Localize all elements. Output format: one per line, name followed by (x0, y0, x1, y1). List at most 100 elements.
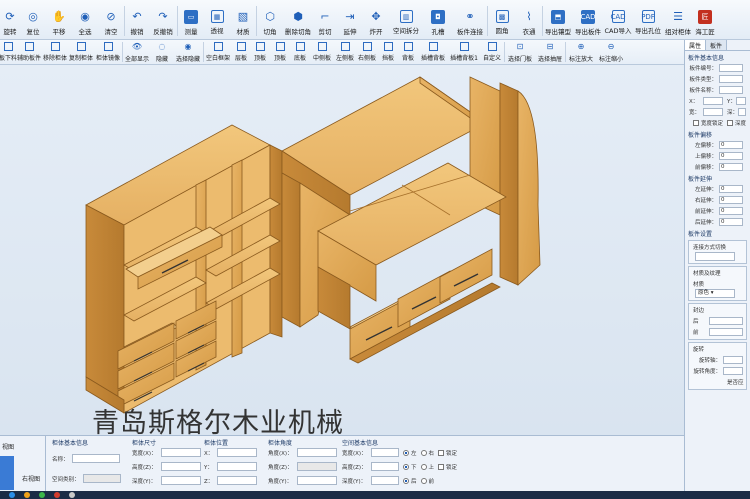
apply-label[interactable]: 是否应 (727, 378, 744, 386)
tab-panel[interactable]: 板件 (706, 40, 728, 50)
folder-icon[interactable] (24, 492, 30, 498)
select-all-button[interactable]: ◉ 全选 (72, 0, 98, 38)
up-radio[interactable] (420, 463, 427, 470)
rotate-button[interactable]: ⟳ 旋转 (0, 0, 20, 38)
cut-button[interactable]: ⌐ 剪切 (313, 0, 337, 38)
seal-front-input[interactable] (709, 327, 743, 336)
cad-import-button[interactable]: CAD CAD导入 (603, 0, 633, 38)
app-icon[interactable] (54, 492, 60, 498)
space-type-input[interactable] (82, 474, 121, 483)
connect-select[interactable] (695, 252, 735, 261)
assemble-cabinet-button[interactable]: ☰ 组对柜体 (663, 0, 693, 38)
extend-right-input[interactable]: 0 (719, 195, 743, 204)
chamfer-button[interactable]: ⬡ 切角 (257, 0, 283, 38)
extend-front-input[interactable]: 0 (719, 206, 743, 215)
angle-x-input[interactable] (297, 448, 337, 457)
reset-button[interactable]: ◎ 复位 (20, 0, 46, 38)
pos-y-input[interactable] (217, 462, 257, 471)
x-input[interactable] (703, 96, 723, 105)
right-side-button[interactable]: 右侧板 (356, 40, 378, 64)
down-radio[interactable] (403, 463, 409, 470)
pos-z-input[interactable] (217, 476, 257, 485)
depth-input[interactable] (738, 107, 747, 116)
add-panel-button[interactable]: 添加板下料 (0, 40, 17, 64)
panel-code-input[interactable] (719, 63, 743, 72)
panel-type-input[interactable] (719, 74, 743, 83)
zoom-out-label-button[interactable]: ⊖ 标注缩小 (596, 40, 626, 64)
clear-button[interactable]: ⊘ 清空 (98, 0, 124, 38)
space-x-input[interactable] (371, 448, 399, 457)
select-drawer-button[interactable]: ⊟ 选择抽屉 (535, 40, 565, 64)
explode-button[interactable]: ✥ 炸开 (363, 0, 389, 38)
left-wardrobe[interactable] (85, 124, 283, 414)
baffle-button[interactable]: 挡板 (378, 40, 398, 64)
size-z-input[interactable] (161, 462, 201, 471)
blank-frame-button[interactable]: 空白框架 (204, 40, 232, 64)
right-view-tab[interactable]: 右视图 (22, 474, 40, 483)
extend-button[interactable]: ⇥ 延伸 (337, 0, 363, 38)
material-button[interactable]: ▧ 材质 (230, 0, 256, 38)
left-radio[interactable] (403, 449, 409, 456)
browser-icon[interactable] (39, 492, 45, 498)
pos-x-input[interactable] (217, 448, 257, 457)
shelf-button[interactable]: 层板 (232, 40, 250, 64)
view-tab[interactable]: 视图 (2, 442, 14, 451)
panel-connect-button[interactable]: ⚭ 板件连接 (453, 0, 487, 38)
extend-back-input[interactable]: 0 (719, 217, 743, 226)
fillet-button[interactable]: ▩ 圆角 (488, 0, 516, 38)
top-panel-2-button[interactable]: 顶板 (270, 40, 290, 64)
aux-panel-button[interactable]: 辅助板件 (16, 40, 42, 64)
back-radio[interactable] (403, 477, 409, 484)
right-radio[interactable] (420, 449, 427, 456)
delete-chamfer-button[interactable]: ⬢ 删除切角 (283, 0, 313, 38)
lock-x-checkbox[interactable] (438, 449, 445, 456)
space-z-input[interactable] (371, 462, 399, 471)
rotate-axis-input[interactable] (723, 355, 743, 364)
zoom-in-label-button[interactable]: ⊕ 标注放大 (566, 40, 596, 64)
pan-button[interactable]: ✋ 平移 (46, 0, 72, 38)
perspective-button[interactable]: ▦ 透视 (204, 0, 230, 38)
start-icon[interactable] (9, 492, 15, 498)
copy-cabinet-button[interactable]: 复制柜体 (68, 40, 94, 64)
select-hide-button[interactable]: ◉ 选择隐藏 (173, 40, 203, 64)
back-panel-button[interactable]: 背板 (398, 40, 418, 64)
width-input[interactable] (703, 107, 723, 116)
angle-z-input[interactable] (297, 462, 337, 471)
hide-button[interactable]: ◌ 隐藏 (151, 40, 173, 64)
export-pattern-button[interactable]: ⬒ 导出镶型 (543, 0, 573, 38)
top-panel-button[interactable]: 顶板 (250, 40, 270, 64)
custom-button[interactable]: 自定义 (480, 40, 504, 64)
craftsman-button[interactable]: 匠海工匠 (693, 0, 717, 38)
show-all-button[interactable]: 👁 全部显示 (123, 40, 151, 64)
width-lock-checkbox[interactable] (693, 119, 699, 126)
cabinet-name-input[interactable] (71, 454, 120, 463)
measure-button[interactable]: ▭ 测量 (178, 0, 204, 38)
space-y-input[interactable] (371, 476, 399, 485)
tab-properties[interactable]: 属性 (685, 40, 707, 50)
material-select[interactable]: 原色 ▾ (695, 289, 735, 298)
left-side-button[interactable]: 左侧板 (334, 40, 356, 64)
export-holes-button[interactable]: PDF 导出孔位 (633, 0, 663, 38)
lock-z-checkbox[interactable] (438, 463, 445, 470)
mirror-cabinet-button[interactable]: 柜体镜像 (94, 40, 122, 64)
offset-front-input[interactable]: 0 (719, 162, 743, 171)
front-radio[interactable] (420, 477, 427, 484)
hanger-rod-button[interactable]: ⌇ 衣通 (516, 0, 542, 38)
size-y-input[interactable] (161, 476, 201, 485)
space-split-button[interactable]: ▥ 空间拆分 (389, 0, 423, 38)
offset-top-input[interactable]: 0 (719, 151, 743, 160)
depth-lock-checkbox[interactable] (727, 119, 734, 126)
remove-cabinet-button[interactable]: 移除柜体 (42, 40, 68, 64)
bunk-bed-unit[interactable] (281, 76, 541, 364)
angle-y-input[interactable] (297, 476, 337, 485)
size-x-input[interactable] (161, 448, 201, 457)
3d-viewport[interactable]: 青岛斯格尔木业机械 (0, 65, 684, 435)
app-icon-2[interactable] (69, 492, 75, 498)
slot-back-1-button[interactable]: 插槽背板1 (448, 40, 480, 64)
mid-side-button[interactable]: 中侧板 (310, 40, 334, 64)
select-door-button[interactable]: ⊡ 选择门板 (505, 40, 535, 64)
export-panel-button[interactable]: CAD 导出板件 (573, 0, 603, 38)
extend-left-input[interactable]: 0 (719, 184, 743, 193)
rotate-angle-input[interactable] (723, 366, 743, 375)
bottom-panel-button[interactable]: 底板 (290, 40, 310, 64)
